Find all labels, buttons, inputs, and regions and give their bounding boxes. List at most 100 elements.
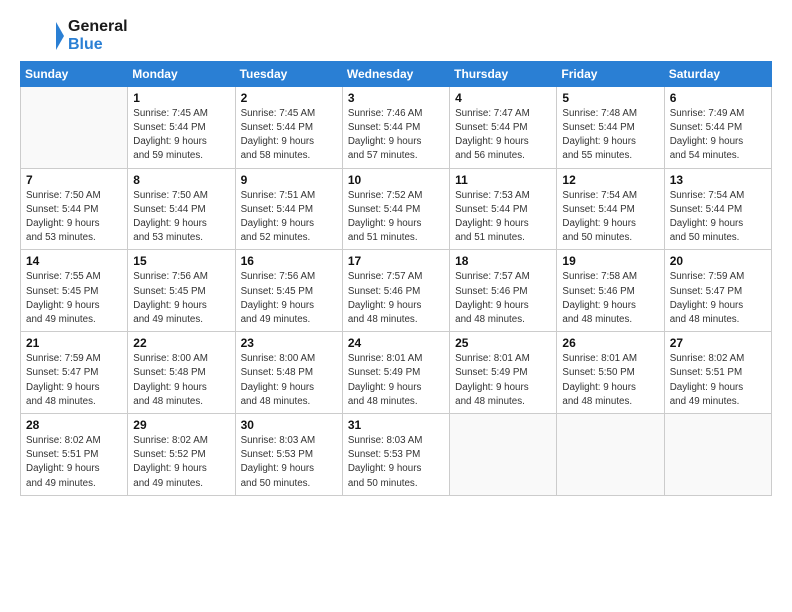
day-info: Sunrise: 7:46 AM Sunset: 5:44 PM Dayligh… (348, 107, 444, 164)
calendar-day-header: Wednesday (342, 61, 449, 86)
day-number: 3 (348, 91, 444, 105)
day-info: Sunrise: 7:53 AM Sunset: 5:44 PM Dayligh… (455, 189, 551, 246)
day-number: 7 (26, 173, 122, 187)
day-info: Sunrise: 8:01 AM Sunset: 5:49 PM Dayligh… (348, 352, 444, 409)
calendar-cell: 7 Sunrise: 7:50 AM Sunset: 5:44 PM Daylig… (21, 168, 128, 250)
calendar-cell: 22 Sunrise: 8:00 AM Sunset: 5:48 PM Dayli… (128, 332, 235, 414)
logo-line1: General (68, 18, 128, 36)
day-info: Sunrise: 7:45 AM Sunset: 5:44 PM Dayligh… (241, 107, 337, 164)
day-info: Sunrise: 7:59 AM Sunset: 5:47 PM Dayligh… (26, 352, 122, 409)
day-number: 26 (562, 336, 658, 350)
day-info: Sunrise: 7:47 AM Sunset: 5:44 PM Dayligh… (455, 107, 551, 164)
day-info: Sunrise: 7:52 AM Sunset: 5:44 PM Dayligh… (348, 189, 444, 246)
calendar-day-header: Friday (557, 61, 664, 86)
calendar-cell: 23Sunrise: 8:00 AM Sunset: 5:48 PM Dayli… (235, 332, 342, 414)
day-number: 6 (670, 91, 766, 105)
page-container: GeneralBlue SundayMondayTuesdayWednesday… (0, 0, 792, 506)
calendar-cell: 3 Sunrise: 7:46 AM Sunset: 5:44 PM Daylig… (342, 86, 449, 168)
calendar-cell: 31 Sunrise: 8:03 AM Sunset: 5:53 PM Dayli… (342, 414, 449, 496)
calendar-cell: 15 Sunrise: 7:56 AM Sunset: 5:45 PM Dayli… (128, 250, 235, 332)
calendar-cell: 2 Sunrise: 7:45 AM Sunset: 5:44 PM Daylig… (235, 86, 342, 168)
calendar-cell: 10Sunrise: 7:52 AM Sunset: 5:44 PM Dayli… (342, 168, 449, 250)
day-number: 1 (133, 91, 229, 105)
calendar-cell: 20Sunrise: 7:59 AM Sunset: 5:47 PM Dayli… (664, 250, 771, 332)
calendar-cell (21, 86, 128, 168)
day-info: Sunrise: 7:54 AM Sunset: 5:44 PM Dayligh… (670, 189, 766, 246)
day-number: 12 (562, 173, 658, 187)
calendar-cell: 24 Sunrise: 8:01 AM Sunset: 5:49 PM Dayli… (342, 332, 449, 414)
day-info: Sunrise: 7:56 AM Sunset: 5:45 PM Dayligh… (241, 270, 337, 327)
day-info: Sunrise: 7:50 AM Sunset: 5:44 PM Dayligh… (26, 189, 122, 246)
calendar-day-header: Saturday (664, 61, 771, 86)
day-info: Sunrise: 7:58 AM Sunset: 5:46 PM Dayligh… (562, 270, 658, 327)
day-info: Sunrise: 8:03 AM Sunset: 5:53 PM Dayligh… (241, 434, 337, 491)
logo: GeneralBlue (20, 18, 128, 55)
calendar-cell: 21 Sunrise: 7:59 AM Sunset: 5:47 PM Dayli… (21, 332, 128, 414)
calendar-cell: 19 Sunrise: 7:58 AM Sunset: 5:46 PM Dayli… (557, 250, 664, 332)
calendar-cell: 26Sunrise: 8:01 AM Sunset: 5:50 PM Dayli… (557, 332, 664, 414)
calendar-cell: 14 Sunrise: 7:55 AM Sunset: 5:45 PM Dayli… (21, 250, 128, 332)
day-info: Sunrise: 7:48 AM Sunset: 5:44 PM Dayligh… (562, 107, 658, 164)
day-number: 25 (455, 336, 551, 350)
day-number: 18 (455, 254, 551, 268)
header: GeneralBlue (20, 18, 772, 55)
day-info: Sunrise: 7:57 AM Sunset: 5:46 PM Dayligh… (348, 270, 444, 327)
day-number: 19 (562, 254, 658, 268)
logo-icon (20, 18, 64, 54)
day-info: Sunrise: 7:56 AM Sunset: 5:45 PM Dayligh… (133, 270, 229, 327)
day-number: 14 (26, 254, 122, 268)
calendar-cell: 27 Sunrise: 8:02 AM Sunset: 5:51 PM Dayli… (664, 332, 771, 414)
day-number: 4 (455, 91, 551, 105)
calendar-cell: 25 Sunrise: 8:01 AM Sunset: 5:49 PM Dayli… (450, 332, 557, 414)
calendar-cell: 11Sunrise: 7:53 AM Sunset: 5:44 PM Dayli… (450, 168, 557, 250)
day-info: Sunrise: 7:50 AM Sunset: 5:44 PM Dayligh… (133, 189, 229, 246)
day-number: 8 (133, 173, 229, 187)
day-number: 9 (241, 173, 337, 187)
calendar-day-header: Thursday (450, 61, 557, 86)
calendar-cell: 13 Sunrise: 7:54 AM Sunset: 5:44 PM Dayli… (664, 168, 771, 250)
calendar-day-header: Tuesday (235, 61, 342, 86)
day-number: 2 (241, 91, 337, 105)
day-number: 31 (348, 418, 444, 432)
calendar-cell: 29 Sunrise: 8:02 AM Sunset: 5:52 PM Dayli… (128, 414, 235, 496)
day-info: Sunrise: 7:57 AM Sunset: 5:46 PM Dayligh… (455, 270, 551, 327)
day-number: 23 (241, 336, 337, 350)
calendar-cell: 8 Sunrise: 7:50 AM Sunset: 5:44 PM Daylig… (128, 168, 235, 250)
day-number: 29 (133, 418, 229, 432)
day-number: 22 (133, 336, 229, 350)
logo-line2: Blue (68, 36, 128, 54)
day-number: 28 (26, 418, 122, 432)
day-info: Sunrise: 7:45 AM Sunset: 5:44 PM Dayligh… (133, 107, 229, 164)
day-number: 15 (133, 254, 229, 268)
calendar-cell: 17Sunrise: 7:57 AM Sunset: 5:46 PM Dayli… (342, 250, 449, 332)
calendar-cell: 12 Sunrise: 7:54 AM Sunset: 5:44 PM Dayli… (557, 168, 664, 250)
calendar-header-row: SundayMondayTuesdayWednesdayThursdayFrid… (21, 61, 772, 86)
calendar-cell (557, 414, 664, 496)
calendar-day-header: Monday (128, 61, 235, 86)
day-info: Sunrise: 7:54 AM Sunset: 5:44 PM Dayligh… (562, 189, 658, 246)
calendar-cell: 9Sunrise: 7:51 AM Sunset: 5:44 PM Daylig… (235, 168, 342, 250)
day-number: 21 (26, 336, 122, 350)
day-info: Sunrise: 7:55 AM Sunset: 5:45 PM Dayligh… (26, 270, 122, 327)
day-number: 16 (241, 254, 337, 268)
calendar-cell: 4 Sunrise: 7:47 AM Sunset: 5:44 PM Daylig… (450, 86, 557, 168)
day-number: 20 (670, 254, 766, 268)
calendar-cell: 28Sunrise: 8:02 AM Sunset: 5:51 PM Dayli… (21, 414, 128, 496)
day-info: Sunrise: 8:02 AM Sunset: 5:52 PM Dayligh… (133, 434, 229, 491)
day-info: Sunrise: 8:00 AM Sunset: 5:48 PM Dayligh… (133, 352, 229, 409)
calendar-cell: 1 Sunrise: 7:45 AM Sunset: 5:44 PM Daylig… (128, 86, 235, 168)
day-info: Sunrise: 8:02 AM Sunset: 5:51 PM Dayligh… (670, 352, 766, 409)
day-number: 27 (670, 336, 766, 350)
day-number: 13 (670, 173, 766, 187)
day-number: 24 (348, 336, 444, 350)
day-info: Sunrise: 7:49 AM Sunset: 5:44 PM Dayligh… (670, 107, 766, 164)
day-number: 5 (562, 91, 658, 105)
calendar-cell: 6 Sunrise: 7:49 AM Sunset: 5:44 PM Daylig… (664, 86, 771, 168)
day-info: Sunrise: 8:01 AM Sunset: 5:49 PM Dayligh… (455, 352, 551, 409)
calendar-table: SundayMondayTuesdayWednesdayThursdayFrid… (20, 61, 772, 496)
calendar-cell (450, 414, 557, 496)
calendar-cell: 18 Sunrise: 7:57 AM Sunset: 5:46 PM Dayli… (450, 250, 557, 332)
day-number: 30 (241, 418, 337, 432)
day-info: Sunrise: 8:03 AM Sunset: 5:53 PM Dayligh… (348, 434, 444, 491)
calendar-cell: 5 Sunrise: 7:48 AM Sunset: 5:44 PM Daylig… (557, 86, 664, 168)
